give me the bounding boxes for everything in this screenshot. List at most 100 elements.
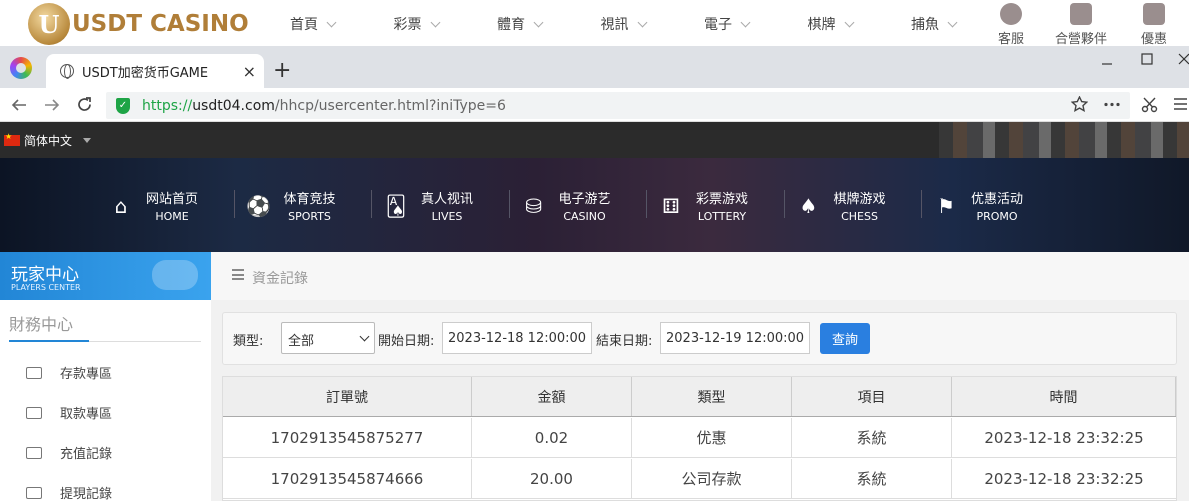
sidebar: 財務中心 存款專區 取款專區 充值記錄 提現記錄 — [0, 300, 211, 502]
more-icon[interactable] — [1104, 102, 1120, 107]
type-select[interactable]: 全部 — [281, 322, 375, 354]
top-nav-chess[interactable]: 棋牌 — [808, 14, 912, 34]
scissors-icon[interactable] — [1141, 96, 1158, 113]
main-nav-lives[interactable]: 🂡 真人视讯 LIVES — [371, 188, 521, 223]
main-nav-lottery[interactable]: ⚅ 彩票游戏 LOTTERY — [646, 188, 796, 223]
promo-button[interactable]: 優惠 — [1141, 3, 1167, 47]
pixelated-user-info — [939, 122, 1189, 158]
header-order-no: 訂單號 — [223, 377, 472, 416]
type-label: 類型: — [233, 334, 264, 349]
dice-icon: ⚅ — [662, 193, 680, 218]
header-item: 項目 — [792, 377, 952, 416]
chevron-down-icon — [844, 17, 854, 27]
browser-logo-icon[interactable] — [10, 57, 32, 79]
chevron-down-icon — [533, 17, 544, 27]
sidebar-item-recharge-records[interactable]: 充值記錄 — [26, 443, 112, 462]
new-tab-button[interactable]: + — [273, 58, 291, 83]
top-nav-sports[interactable]: 體育 — [497, 14, 601, 34]
cell-time: 2023-12-18 23:32:25 — [984, 469, 1144, 488]
minimize-icon[interactable] — [1101, 58, 1113, 70]
window-close-icon[interactable] — [1178, 53, 1189, 65]
casino-logo[interactable]: U USDT CASINO — [28, 3, 249, 45]
table-header: 訂單號 金額 類型 項目 時間 — [223, 377, 1176, 417]
end-date-label: 結束日期: — [596, 334, 653, 349]
cell-time: 2023-12-18 23:32:25 — [984, 428, 1144, 447]
cell-item: 系統 — [792, 459, 952, 498]
main-nav: ⌂ 网站首页 HOME ⚽ 体育竞技 SPORTS 🂡 真人视讯 LIVES ⛁ 电子… — [108, 188, 1071, 223]
chevron-down-icon — [430, 17, 440, 27]
header-amount: 金額 — [472, 377, 632, 416]
filter-panel: 類型: 全部 開始日期: 2023-12-18 12:00:00 結束日期: 2… — [222, 312, 1177, 365]
withdraw-icon — [26, 406, 42, 419]
records-icon — [26, 486, 42, 499]
gamepad-icon — [152, 260, 198, 290]
ball-icon: ⚽ — [246, 193, 271, 218]
language-bar: 简体中文 — [0, 122, 1189, 158]
chevron-down-icon — [326, 17, 337, 27]
chevron-down-icon — [359, 331, 370, 342]
main-nav-chess[interactable]: ♠ 棋牌游戏 CHESS — [783, 188, 934, 223]
end-date-input[interactable]: 2023-12-19 12:00:00 — [660, 322, 810, 354]
top-nav-slots[interactable]: 電子 — [704, 14, 808, 34]
hamburger-icon[interactable] — [232, 269, 244, 280]
top-nav-home[interactable]: 首頁 — [290, 14, 394, 34]
cell-item: 系統 — [792, 418, 952, 457]
page-title: 資金記錄 — [252, 271, 308, 287]
browser-address-bar: ✓ https://usdt04.com/hhcp/usercenter.htm… — [0, 88, 1189, 122]
logo-coin-icon: U — [28, 3, 70, 45]
gift-icon: ⚑ — [937, 193, 955, 218]
query-button[interactable]: 查詢 — [820, 323, 870, 354]
sidebar-item-withdraw[interactable]: 取款專區 — [26, 403, 112, 422]
logo-text: USDT CASINO — [72, 11, 249, 37]
caret-down-icon[interactable] — [83, 138, 91, 143]
cell-amount: 20.00 — [472, 459, 632, 498]
start-date-input[interactable]: 2023-12-18 12:00:00 — [442, 322, 592, 354]
customer-service-button[interactable]: 客服 — [998, 3, 1024, 47]
cell-amount: 0.02 — [472, 418, 632, 457]
globe-icon — [60, 64, 74, 79]
cell-order-no: 1702913545874666 — [223, 459, 472, 498]
forward-icon[interactable] — [44, 97, 60, 113]
sidebar-item-withdraw-records[interactable]: 提現記錄 — [26, 483, 112, 502]
cell-type: 优惠 — [632, 418, 792, 457]
sidebar-item-deposit[interactable]: 存款專區 — [26, 363, 112, 382]
money-bag-icon — [26, 446, 42, 459]
casino-top-bar: U USDT CASINO 首頁 彩票 體育 視訊 電子 棋牌 捕魚 客服 合營… — [0, 0, 1189, 47]
players-center-header: 玩家中心 PLAYERS CENTER — [0, 252, 211, 300]
header-time: 時間 — [952, 377, 1176, 416]
tab-title: USDT加密货币GAME — [82, 65, 209, 81]
top-nav-live[interactable]: 視訊 — [601, 14, 705, 34]
chevron-down-icon — [947, 17, 958, 27]
table-row: 1702913545874666 20.00 公司存款 系統 2023-12-1… — [223, 459, 1176, 499]
slot-icon: ⛁ — [525, 193, 542, 218]
language-selector[interactable]: 简体中文 — [24, 132, 72, 149]
top-nav-lottery[interactable]: 彩票 — [394, 14, 498, 34]
table-row: 1702913545875277 0.02 优惠 系統 2023-12-18 2… — [223, 418, 1176, 458]
back-icon[interactable] — [11, 97, 27, 113]
main-nav-home[interactable]: ⌂ 网站首页 HOME — [108, 188, 246, 223]
bookmark-star-icon[interactable] — [1071, 96, 1088, 113]
sidebar-section-title: 財務中心 — [9, 315, 74, 334]
partners-button[interactable]: 合營夥伴 — [1055, 3, 1107, 47]
main-nav-promo[interactable]: ⚑ 优惠活动 PROMO — [921, 188, 1071, 223]
players-center-subtitle: PLAYERS CENTER — [11, 283, 81, 292]
url-text: https://usdt04.com/hhcp/usercenter.html?… — [142, 97, 506, 114]
tab-close-icon[interactable]: × — [243, 62, 256, 81]
china-flag-icon — [4, 132, 20, 146]
main-nav-casino[interactable]: ⛁ 电子游艺 CASINO — [508, 188, 659, 223]
maximize-icon[interactable] — [1141, 53, 1153, 65]
reload-icon[interactable] — [76, 96, 93, 113]
players-center-title: 玩家中心 — [11, 265, 79, 285]
cell-type: 公司存款 — [632, 459, 792, 498]
site-banner: ⌂ 网站首页 HOME ⚽ 体育竞技 SPORTS 🂡 真人视讯 LIVES ⛁ 电子… — [0, 158, 1189, 252]
cell-order-no: 1702913545875277 — [223, 418, 472, 457]
url-bar[interactable]: ✓ https://usdt04.com/hhcp/usercenter.htm… — [106, 92, 1130, 119]
chevron-down-icon — [740, 17, 751, 27]
main-content: 資金記錄 類型: 全部 開始日期: 2023-12-18 12:00:00 結束… — [211, 252, 1189, 501]
browser-tab[interactable]: USDT加密货币GAME × — [46, 54, 264, 88]
home-icon: ⌂ — [114, 193, 128, 218]
main-nav-sports[interactable]: ⚽ 体育竞技 SPORTS — [233, 188, 384, 223]
chat-icon — [1000, 3, 1022, 25]
deposit-icon — [26, 366, 42, 379]
menu-icon[interactable] — [1174, 97, 1187, 111]
